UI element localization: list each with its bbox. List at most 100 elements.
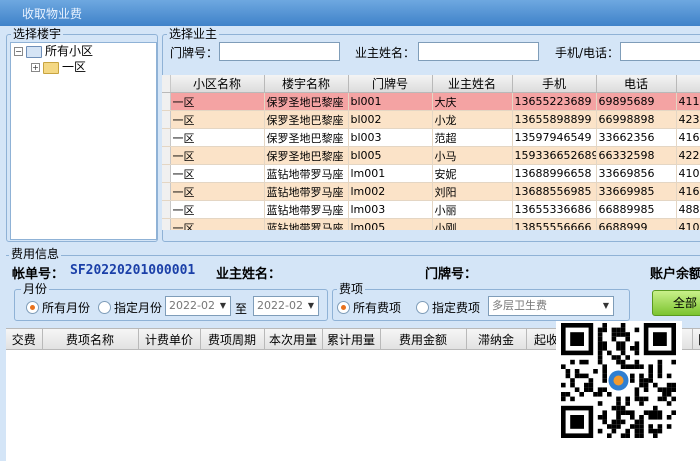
table-cell: 4100 — [676, 218, 700, 230]
column-header[interactable]: 交费 — [6, 329, 43, 350]
radio-selected-icon — [337, 301, 350, 314]
table-row[interactable]: 一区 保罗圣地巴黎座 bl001 大庆 13655223689 69895689… — [162, 92, 700, 111]
tree-item-label: 一区 — [62, 60, 87, 74]
month-to-value: 2022-02 — [257, 299, 303, 312]
all-button[interactable]: 全部 — [652, 290, 700, 316]
owner-name-label: 业主姓名： — [355, 46, 416, 60]
table-cell: 小马 — [432, 146, 513, 165]
table-cell: 保罗圣地巴黎座 — [264, 92, 349, 111]
qr-code-watermark — [556, 321, 682, 439]
all-months-radio[interactable]: 所有月份 — [26, 299, 90, 316]
table-cell: 小龙 — [432, 110, 513, 129]
column-header[interactable]: 限 — [692, 329, 700, 350]
table-cell: 保罗圣地巴黎座 — [264, 110, 349, 129]
fee-groupbox-border — [6, 255, 700, 256]
column-header[interactable]: 电话 — [596, 75, 677, 93]
owner-name-input[interactable] — [418, 42, 539, 61]
table-cell: 蓝钻地带罗马座 — [264, 218, 349, 230]
row-indicator — [162, 164, 171, 183]
owner-table[interactable]: 小区名称 楼宇名称 门牌号 业主姓名 手机 电话 一区 保罗圣地巴黎座 bl00… — [162, 75, 700, 230]
table-cell: 小丽 — [432, 200, 513, 219]
table-row[interactable]: 一区 蓝钻地带罗马座 lm001 安妮 13688996658 33669856… — [162, 164, 700, 183]
table-cell: 一区 — [170, 146, 265, 165]
column-header[interactable]: 本次用量 — [264, 329, 323, 350]
column-header[interactable]: 累计用量 — [322, 329, 381, 350]
bill-number-value: SF20220201000001 — [70, 263, 196, 278]
column-header[interactable]: 费项周期 — [200, 329, 265, 350]
door-number-label: 门牌号： — [170, 46, 219, 60]
tree-root-label: 所有小区 — [45, 44, 94, 58]
column-header[interactable]: 计费单价 — [138, 329, 201, 350]
table-cell: 13655336686 — [512, 200, 597, 219]
table-cell: 4223 — [676, 146, 700, 165]
building-icon — [26, 45, 42, 58]
owner-table-header: 小区名称 楼宇名称 门牌号 业主姓名 手机 电话 — [162, 75, 700, 93]
building-tree[interactable]: − 所有小区 + 一区 — [10, 42, 157, 240]
table-cell: 66998898 — [596, 110, 677, 129]
table-row[interactable]: 一区 蓝钻地带罗马座 lm003 小丽 13655336686 66889985… — [162, 200, 700, 219]
table-cell: 一区 — [170, 182, 265, 201]
column-header[interactable] — [676, 75, 700, 93]
dropdown-arrow-icon[interactable]: ▼ — [216, 297, 230, 315]
fee-groupbox-title: 费用信息 — [9, 247, 62, 261]
tree-item-zone-1[interactable]: + 一区 — [31, 59, 86, 75]
balance-label: 账户余额 — [650, 267, 700, 282]
column-header[interactable]: 业主姓名 — [432, 75, 513, 93]
table-cell: 蓝钻地带罗马座 — [264, 182, 349, 201]
table-cell: 13655223689 — [512, 92, 597, 111]
table-cell: 保罗圣地巴黎座 — [264, 128, 349, 147]
table-cell: bl002 — [348, 110, 433, 129]
table-cell: 4236 — [676, 110, 700, 129]
table-cell: 13688556985 — [512, 182, 597, 201]
column-header[interactable]: 楼宇名称 — [264, 75, 349, 93]
month-from-picker[interactable]: 2022-02 ▼ — [165, 296, 231, 316]
column-header[interactable]: 手机 — [512, 75, 597, 93]
phone-input[interactable] — [620, 42, 700, 61]
table-cell: 一区 — [170, 92, 265, 111]
folder-icon — [43, 61, 59, 74]
column-header[interactable]: 小区名称 — [170, 75, 265, 93]
table-row[interactable]: 一区 保罗圣地巴黎座 bl002 小龙 13655898899 66998898… — [162, 110, 700, 129]
table-row[interactable]: 一区 保罗圣地巴黎座 bl005 小马 159336652689 6633259… — [162, 146, 700, 165]
table-cell: 4112 — [676, 92, 700, 111]
table-cell: 安妮 — [432, 164, 513, 183]
table-cell: 13688996658 — [512, 164, 597, 183]
table-cell: 蓝钻地带罗马座 — [264, 200, 349, 219]
table-cell: 一区 — [170, 200, 265, 219]
door-number-input[interactable] — [219, 42, 340, 61]
all-items-radio[interactable]: 所有费项 — [337, 299, 401, 316]
month-to-picker[interactable]: 2022-02 ▼ — [253, 296, 319, 316]
column-header[interactable]: 费用金额 — [380, 329, 467, 350]
specific-month-label: 指定月份 — [114, 301, 163, 315]
table-cell: 13855556666 — [512, 218, 597, 230]
table-cell: 66889985 — [596, 200, 677, 219]
table-cell: 一区 — [170, 164, 265, 183]
table-cell: 4101 — [676, 164, 700, 183]
table-row[interactable]: 一区 保罗圣地巴黎座 bl003 范超 13597946549 33662356… — [162, 128, 700, 147]
bill-number-label: 帐单号： — [12, 267, 65, 282]
table-row[interactable]: 一区 蓝钻地带罗马座 lm002 刘阳 13688556985 33669985… — [162, 182, 700, 201]
row-indicator — [162, 200, 171, 219]
radio-selected-icon — [26, 301, 39, 314]
column-header[interactable]: 滞纳金 — [466, 329, 527, 350]
table-cell: bl001 — [348, 92, 433, 111]
table-cell: 4166 — [676, 182, 700, 201]
dropdown-arrow-icon[interactable]: ▼ — [599, 297, 613, 315]
table-cell: bl005 — [348, 146, 433, 165]
table-row[interactable]: 一区 蓝钻地带罗马座 lm005 小刚 13855556666 6688999 … — [162, 218, 700, 230]
tree-root[interactable]: − 所有小区 — [14, 43, 93, 59]
collapse-icon[interactable]: − — [14, 47, 23, 56]
table-cell: 一区 — [170, 128, 265, 147]
column-header[interactable]: 门牌号 — [348, 75, 433, 93]
expand-icon[interactable]: + — [31, 63, 40, 72]
all-items-label: 所有费项 — [353, 301, 402, 315]
specific-month-radio[interactable]: 指定月份 — [98, 299, 162, 316]
specific-item-radio[interactable]: 指定费项 — [416, 299, 480, 316]
table-cell: 69895689 — [596, 92, 677, 111]
table-cell: 13597946549 — [512, 128, 597, 147]
column-header[interactable]: 费项名称 — [42, 329, 139, 350]
fee-door-number-label: 门牌号： — [425, 267, 478, 282]
dropdown-arrow-icon[interactable]: ▼ — [304, 297, 318, 315]
row-indicator — [162, 218, 171, 230]
fee-item-select[interactable]: 多层卫生费 ▼ — [488, 296, 614, 316]
